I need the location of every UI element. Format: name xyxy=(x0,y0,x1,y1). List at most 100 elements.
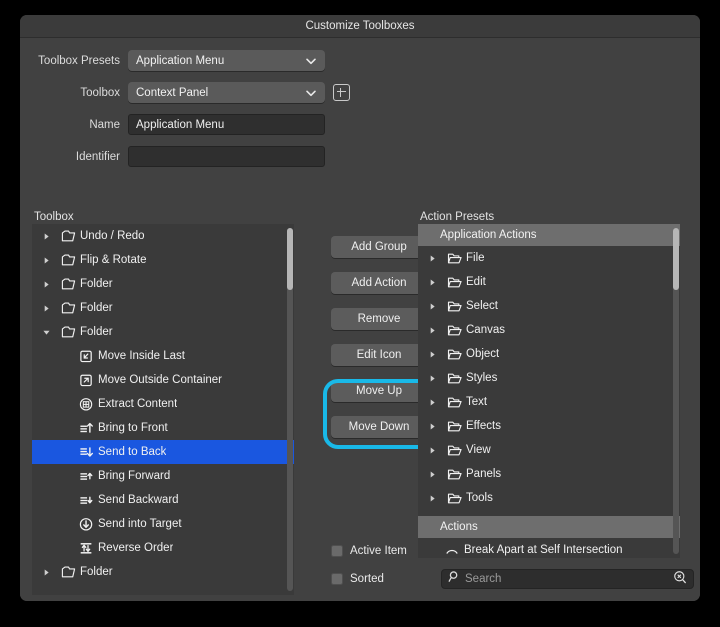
tree-item-label: Flip & Rotate xyxy=(80,254,147,266)
chevron-right-icon[interactable] xyxy=(422,398,442,407)
toolbox-tree-row[interactable]: Send to Back xyxy=(32,440,294,464)
folder-icon xyxy=(56,229,80,244)
search-input[interactable]: Search xyxy=(441,569,694,589)
name-value: Application Menu xyxy=(136,118,225,131)
sorted-checkbox-row[interactable]: Sorted xyxy=(331,573,384,585)
tree-item-label: Folder xyxy=(80,566,113,578)
name-input[interactable]: Application Menu xyxy=(128,114,325,135)
tree-item-label: Canvas xyxy=(466,324,505,336)
plus-box-icon[interactable] xyxy=(333,84,350,101)
toolbox-tree-row[interactable]: Send Backward xyxy=(32,488,294,512)
chevron-right-icon[interactable] xyxy=(422,494,442,503)
folder-icon xyxy=(56,277,80,292)
toolbox-tree-row[interactable]: Flip & Rotate xyxy=(32,248,294,272)
send-to-back-icon xyxy=(74,445,98,460)
action-presets-row[interactable]: Tools xyxy=(418,486,680,510)
chevron-right-icon[interactable] xyxy=(36,304,56,313)
identifier-row: Identifier xyxy=(20,146,700,167)
toolbox-tree-row[interactable]: Move Outside Container xyxy=(32,368,294,392)
action-presets-row[interactable]: Effects xyxy=(418,414,680,438)
chevron-right-icon[interactable] xyxy=(422,350,442,359)
add-action-button[interactable]: Add Action xyxy=(331,272,427,294)
tree-item-label: Edit xyxy=(466,276,486,288)
chevron-right-icon[interactable] xyxy=(422,446,442,455)
toolbox-tree-row[interactable]: Bring to Front xyxy=(32,416,294,440)
move-up-button[interactable]: Move Up xyxy=(331,380,427,402)
toolbox-tree-panel[interactable]: Undo / Redo Flip & Rotate Folder Folder Fold… xyxy=(32,224,294,595)
action-presets-row[interactable]: Select xyxy=(418,294,680,318)
tree-item-label: Reverse Order xyxy=(98,542,174,554)
toolbox-dropdown[interactable]: Context Panel xyxy=(128,82,325,103)
chevron-right-icon[interactable] xyxy=(422,302,442,311)
action-presets-row[interactable]: View xyxy=(418,438,680,462)
actions-header-label: Actions xyxy=(440,521,478,533)
action-presets-panel[interactable]: Application Actions File Edit Select Canvas… xyxy=(418,224,680,558)
chevron-right-icon[interactable] xyxy=(36,280,56,289)
toolbox-tree-row[interactable]: Folder xyxy=(32,272,294,296)
add-group-button[interactable]: Add Group xyxy=(331,236,427,258)
action-presets-row[interactable]: File xyxy=(418,246,680,270)
toolbox-tree-row[interactable]: Reverse Order xyxy=(32,536,294,560)
chevron-right-icon[interactable] xyxy=(36,568,56,577)
actions-header[interactable]: Actions xyxy=(418,516,680,538)
action-presets-row[interactable]: Canvas xyxy=(418,318,680,342)
tree-item-label: Move Outside Container xyxy=(98,374,223,386)
reverse-order-icon xyxy=(74,541,98,556)
chevron-right-icon[interactable] xyxy=(422,374,442,383)
toolbox-tree-row[interactable]: Bring Forward xyxy=(32,464,294,488)
bring-forward-icon xyxy=(74,469,98,484)
action-presets-row[interactable]: Edit xyxy=(418,270,680,294)
sorted-checkbox[interactable] xyxy=(331,573,343,585)
toolbox-scrollbar-track[interactable] xyxy=(287,228,293,591)
action-presets-row[interactable]: Panels xyxy=(418,462,680,486)
toolbox-panel-title: Toolbox xyxy=(34,211,74,223)
toolbox-presets-label: Toolbox Presets xyxy=(38,54,120,67)
remove-button[interactable]: Remove xyxy=(331,308,427,330)
active-item-checkbox-row[interactable]: Active Item xyxy=(331,545,407,557)
sorted-label: Sorted xyxy=(350,573,384,585)
chevron-right-icon[interactable] xyxy=(422,470,442,479)
chevron-right-icon[interactable] xyxy=(422,326,442,335)
extract-content-icon xyxy=(74,397,98,412)
presets-scrollbar-track[interactable] xyxy=(673,228,679,554)
tree-item-label: Bring Forward xyxy=(98,470,171,482)
chevron-right-icon[interactable] xyxy=(422,422,442,431)
toolbox-tree[interactable]: Undo / Redo Flip & Rotate Folder Folder Fold… xyxy=(32,224,294,595)
folder-open-icon xyxy=(442,347,466,362)
tree-item-label: Tools xyxy=(466,492,493,504)
toolbox-scrollbar-thumb[interactable] xyxy=(287,228,293,290)
toolbox-tree-row[interactable]: Folder xyxy=(32,560,294,584)
action-presets-row[interactable]: Object xyxy=(418,342,680,366)
chevron-down-icon[interactable] xyxy=(36,328,56,337)
toolbox-presets-dropdown[interactable]: Application Menu xyxy=(128,50,325,71)
toolbox-tree-row[interactable]: Folder xyxy=(32,320,294,344)
toolbox-control: Context Panel xyxy=(128,82,350,103)
chevron-right-icon[interactable] xyxy=(422,254,442,263)
toolbox-tree-row[interactable]: Move Inside Last xyxy=(32,344,294,368)
folder-open-icon xyxy=(442,395,466,410)
chevron-down-icon xyxy=(305,87,317,99)
tree-item-label: Send Backward xyxy=(98,494,179,506)
toolbox-tree-row[interactable]: Undo / Redo xyxy=(32,224,294,248)
folder-open-icon xyxy=(442,299,466,314)
action-presets-tree[interactable]: File Edit Select Canvas Object Styles Text Effe… xyxy=(418,246,680,558)
toolbox-row: Toolbox Context Panel xyxy=(20,82,700,103)
application-actions-header[interactable]: Application Actions xyxy=(418,224,680,246)
edit-icon-button[interactable]: Edit Icon xyxy=(331,344,427,366)
chevron-right-icon[interactable] xyxy=(36,256,56,265)
toolbox-tree-row[interactable]: Send into Target xyxy=(32,512,294,536)
identifier-input[interactable] xyxy=(128,146,325,167)
chevron-right-icon[interactable] xyxy=(36,232,56,241)
toolbox-tree-row[interactable]: Extract Content xyxy=(32,392,294,416)
active-item-checkbox[interactable] xyxy=(331,545,343,557)
presets-scrollbar-thumb[interactable] xyxy=(673,228,679,290)
action-presets-row[interactable]: Text xyxy=(418,390,680,414)
move-down-button[interactable]: Move Down xyxy=(331,416,427,438)
chevron-right-icon[interactable] xyxy=(422,278,442,287)
bring-to-front-icon xyxy=(74,421,98,436)
action-presets-row[interactable]: Styles xyxy=(418,366,680,390)
clear-search-icon[interactable] xyxy=(673,570,687,589)
toolbox-tree-row[interactable]: Folder xyxy=(32,296,294,320)
identifier-label: Identifier xyxy=(75,150,120,163)
partial-action-row[interactable]: Break Apart at Self Intersection xyxy=(418,538,680,558)
